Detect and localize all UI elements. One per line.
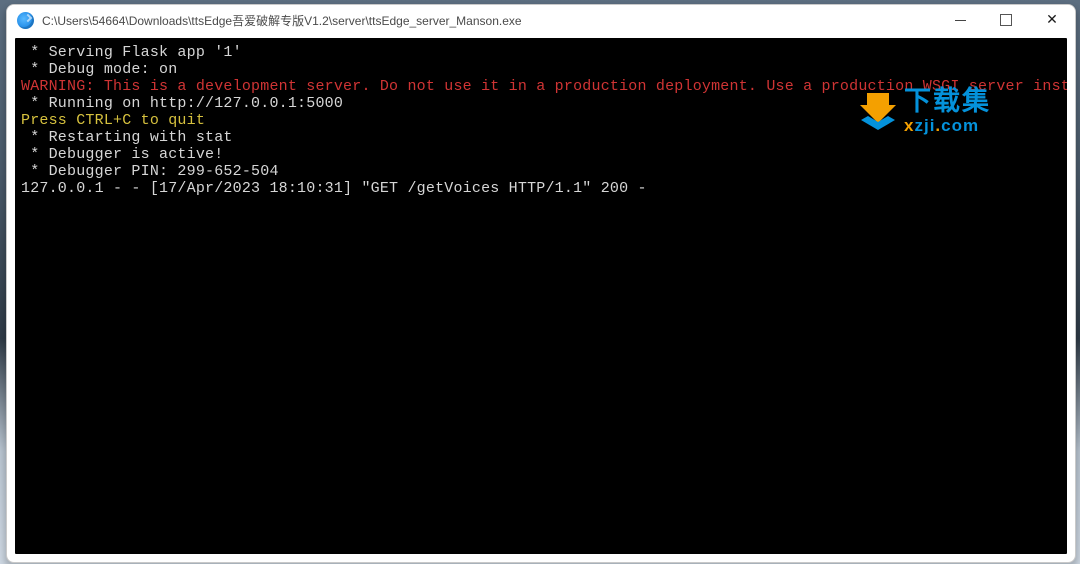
console-line: Press CTRL+C to quit (21, 112, 205, 129)
window-controls: ✕ (937, 5, 1075, 35)
close-button[interactable]: ✕ (1029, 5, 1075, 35)
console-line: WARNING: This is a development server. D… (21, 78, 1067, 95)
app-icon (17, 12, 34, 29)
maximize-button[interactable] (983, 5, 1029, 35)
title-text: C:\Users\54664\Downloads\ttsEdge吾爱破解专版V1… (42, 12, 937, 29)
console-line: * Serving Flask app '1' (21, 44, 242, 61)
console-text: * Serving Flask app '1' * Debug mode: on… (15, 38, 1067, 201)
minimize-button[interactable] (937, 5, 983, 35)
close-icon: ✕ (1046, 12, 1058, 26)
console-line: * Debug mode: on (21, 61, 177, 78)
titlebar[interactable]: C:\Users\54664\Downloads\ttsEdge吾爱破解专版V1… (7, 5, 1075, 35)
console-line: * Restarting with stat (21, 129, 233, 146)
console-line: * Running on http://127.0.0.1:5000 (21, 95, 343, 112)
console-line: 127.0.0.1 - - [17/Apr/2023 18:10:31] "GE… (21, 180, 647, 197)
app-window: C:\Users\54664\Downloads\ttsEdge吾爱破解专版V1… (6, 4, 1076, 563)
maximize-icon (1000, 14, 1012, 26)
console-line: * Debugger is active! (21, 146, 223, 163)
console-area[interactable]: * Serving Flask app '1' * Debug mode: on… (15, 38, 1067, 554)
minimize-icon (955, 20, 966, 21)
console-line: * Debugger PIN: 299-652-504 (21, 163, 279, 180)
